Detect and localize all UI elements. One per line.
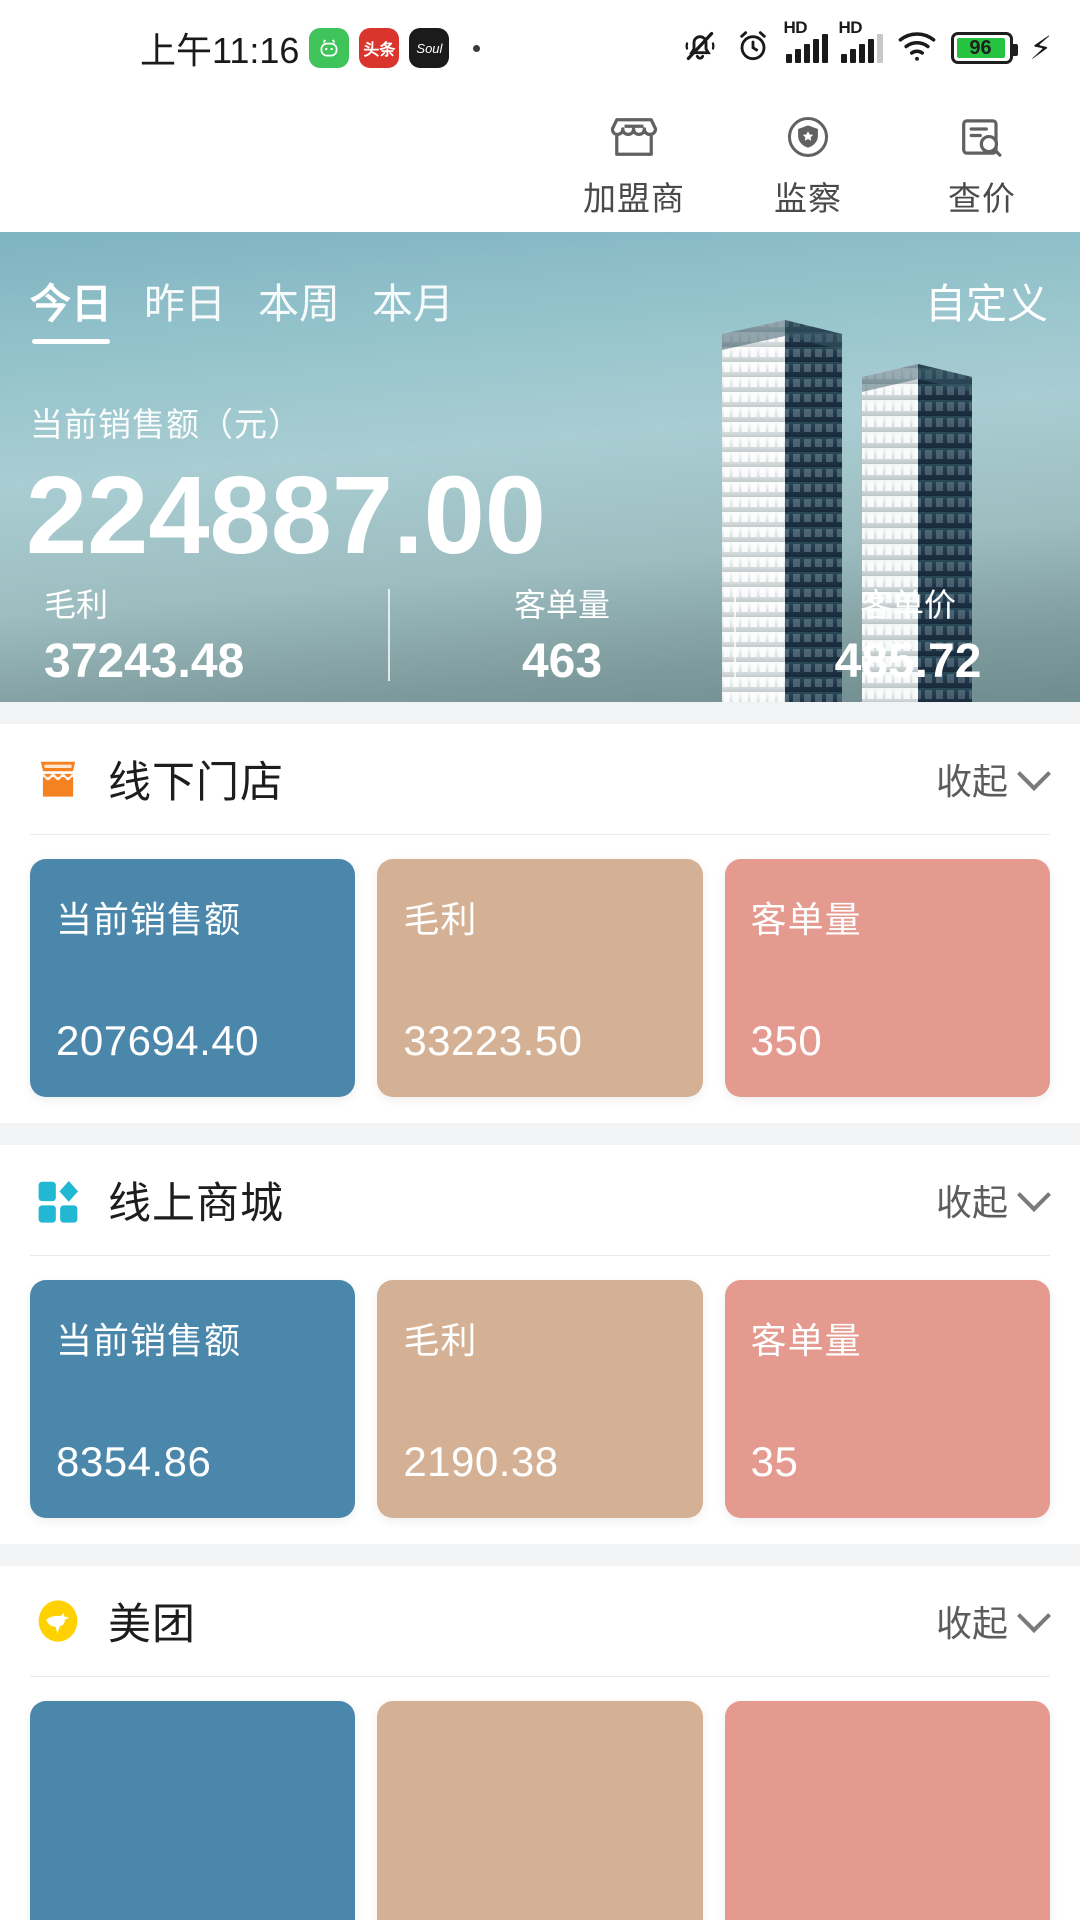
section-online-mall-title: 线上商城: [108, 1180, 284, 1228]
section-meituan-header[interactable]: 美团 收起: [0, 1566, 1080, 1676]
hero-stat-avg-order-value: 客单价 485.72: [736, 580, 1080, 689]
card-offline-gross-profit-label: 毛利: [403, 899, 478, 940]
card-meituan-order-count[interactable]: [724, 1701, 1050, 1920]
top-action-bar: 加盟商 监察 查价: [0, 96, 1080, 232]
hero-stat-order-count: 客单量 463: [390, 580, 734, 689]
section-meituan-cards: [0, 1677, 1080, 1920]
tab-this-month[interactable]: 本月: [372, 270, 454, 344]
hero-stat-avg-order-value-label: 客单价: [859, 587, 956, 623]
hero-stat-order-count-value: 463: [521, 635, 603, 688]
status-bar-right: HD HD 96 ⚡: [680, 18, 1052, 71]
section-gap-3: [0, 1544, 1080, 1566]
status-bar: 上午11:16 头条 Soul HD HD 96 ⚡: [0, 0, 1080, 96]
card-online-order-count-label: 客单量: [750, 1320, 862, 1361]
cellular-signal-1-icon: HD: [784, 18, 828, 63]
wifi-icon: [896, 28, 938, 69]
section-offline-store-title: 线下门店: [108, 759, 284, 807]
card-offline-gross-profit[interactable]: 毛利 33223.50: [377, 859, 703, 1097]
card-online-current-sales-label: 当前销售额: [56, 1320, 242, 1361]
storefront-orange-glyph: [40, 761, 76, 797]
card-online-gross-profit-label: 毛利: [403, 1320, 478, 1361]
section-offline-store-toggle[interactable]: 收起: [935, 753, 1051, 805]
storefront-icon: [606, 108, 662, 166]
section-online-mall-toggle[interactable]: 收起: [935, 1174, 1051, 1226]
chevron-down-icon: [1017, 757, 1051, 791]
top-action-franchisee[interactable]: 加盟商: [574, 108, 694, 220]
card-offline-gross-profit-value: 33223.50: [403, 1017, 583, 1064]
hd-label-2: HD: [838, 18, 863, 37]
card-offline-order-count[interactable]: 客单量 350: [724, 859, 1050, 1097]
card-offline-order-count-label: 客单量: [750, 899, 862, 940]
section-offline-store-cards: 当前销售额 207694.40 毛利 33223.50 客单量 350: [0, 835, 1080, 1097]
toutiao-app-icon: 头条: [359, 28, 400, 68]
section-offline-store: 线下门店 收起 当前销售额 207694.40 毛利 33223.50 客单量 …: [0, 724, 1080, 1123]
card-online-current-sales[interactable]: 当前销售额 8354.86: [30, 1280, 356, 1518]
card-online-gross-profit[interactable]: 毛利 2190.38: [377, 1280, 703, 1518]
battery-fill: 96: [956, 37, 1005, 59]
chevron-down-icon: [1017, 1599, 1051, 1633]
grid-cyan-glyph: [38, 1181, 79, 1223]
hero-stat-avg-order-value-value: 485.72: [834, 635, 982, 688]
section-online-mall: 线上商城 收起 当前销售额 8354.86 毛利 2190.38 客单量 35: [0, 1145, 1080, 1544]
top-action-franchisee-label: 加盟商: [583, 180, 685, 217]
card-online-current-sales-value: 8354.86: [56, 1438, 212, 1485]
card-meituan-current-sales[interactable]: [30, 1701, 356, 1920]
card-online-gross-profit-value: 2190.38: [403, 1438, 559, 1485]
shield-badge-icon: [780, 108, 836, 166]
soul-app-icon: Soul: [409, 28, 450, 68]
card-offline-current-sales-label: 当前销售额: [56, 899, 242, 940]
section-meituan: 美团 收起: [0, 1566, 1080, 1920]
hero-stat-gross-profit: 毛利 37243.48: [0, 580, 388, 689]
status-bar-clock: 上午11:16: [140, 30, 300, 71]
section-gap-2: [0, 1123, 1080, 1145]
storefront-orange-icon: [30, 749, 86, 809]
card-meituan-gross-profit[interactable]: [377, 1701, 703, 1920]
chevron-down-icon: [1017, 1178, 1051, 1212]
card-online-order-count[interactable]: 客单量 35: [724, 1280, 1050, 1518]
tab-yesterday[interactable]: 昨日: [144, 270, 226, 344]
more-notifications-dot: [473, 44, 481, 52]
hero-stats-row: 毛利 37243.48 客单量 463 客单价 485.72: [0, 580, 1080, 689]
section-meituan-title: 美团: [108, 1601, 196, 1649]
lightning-bolt-icon: ⚡: [1029, 30, 1052, 66]
meituan-kangaroo-icon: [30, 1591, 86, 1651]
section-meituan-toggle[interactable]: 收起: [935, 1595, 1051, 1647]
section-online-mall-cards: 当前销售额 8354.86 毛利 2190.38 客单量 35: [0, 1256, 1080, 1518]
top-action-inspection[interactable]: 监察: [748, 108, 868, 220]
document-search-icon: [954, 108, 1010, 166]
cellular-signal-2-icon: HD: [839, 18, 883, 63]
section-offline-store-toggle-label: 收起: [935, 761, 1008, 802]
hero-banner: 今日 昨日 本周 本月 自定义 当前销售额（元） 224887.00 毛利 37…: [0, 232, 1080, 702]
hd-label-1: HD: [783, 18, 808, 37]
battery-percent-label: 96: [969, 37, 992, 59]
top-action-inspection-label: 监察: [774, 180, 842, 217]
section-gap-1: [0, 702, 1080, 724]
current-sales-value: 224887.00: [26, 454, 546, 577]
custom-date-range-button[interactable]: 自定义: [925, 270, 1048, 330]
top-action-price-check[interactable]: 查价: [922, 108, 1042, 220]
grid-cyan-icon: [30, 1170, 86, 1230]
tab-today[interactable]: 今日: [30, 270, 112, 344]
card-offline-order-count-value: 350: [750, 1017, 823, 1064]
top-action-price-check-label: 查价: [948, 180, 1016, 217]
card-offline-current-sales-value: 207694.40: [56, 1017, 260, 1064]
section-online-mall-toggle-label: 收起: [935, 1182, 1008, 1223]
hero-stat-order-count-label: 客单量: [513, 587, 610, 623]
meituan-kangaroo-glyph: [38, 1600, 78, 1642]
section-online-mall-header[interactable]: 线上商城 收起: [0, 1145, 1080, 1255]
tab-this-week[interactable]: 本周: [258, 270, 340, 344]
status-bar-left: 上午11:16 头条 Soul: [140, 22, 481, 74]
section-offline-store-header[interactable]: 线下门店 收起: [0, 724, 1080, 834]
section-meituan-toggle-label: 收起: [935, 1603, 1008, 1644]
card-online-order-count-value: 35: [750, 1438, 799, 1485]
card-offline-current-sales[interactable]: 当前销售额 207694.40: [30, 859, 356, 1097]
current-sales-label: 当前销售额（元）: [30, 406, 302, 443]
android-app-icon: [309, 28, 350, 68]
alarm-clock-icon: [733, 26, 773, 71]
hero-stat-gross-profit-value: 37243.48: [44, 635, 245, 688]
battery-indicator: 96: [950, 32, 1018, 64]
hero-stat-gross-profit-label: 毛利: [44, 587, 109, 623]
bell-mute-icon: [680, 26, 720, 71]
hero-period-tabs: 今日 昨日 本周 本月: [30, 270, 454, 344]
